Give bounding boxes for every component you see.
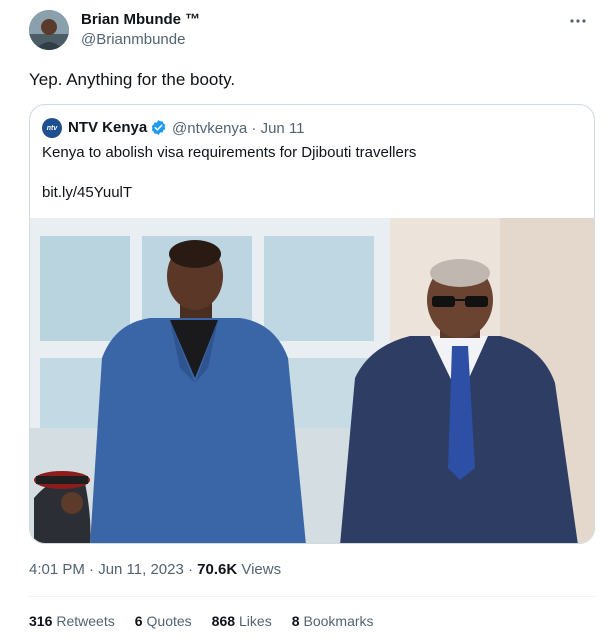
tweet-text: Yep. Anything for the booty. <box>29 70 236 89</box>
stat-label: Likes <box>239 613 272 629</box>
author-avatar[interactable] <box>29 10 69 50</box>
divider <box>29 596 595 597</box>
stat-count: 316 <box>29 613 53 629</box>
tweet: Brian Mbunde ™ @Brianmbunde Yep. Anythin… <box>0 0 611 637</box>
author-handle[interactable]: @Brianmbunde <box>81 31 185 48</box>
views-count: 70.6K <box>197 561 238 578</box>
stat-quotes[interactable]: 6 Quotes <box>135 613 192 629</box>
stat-count: 868 <box>211 613 236 629</box>
more-horizontal-icon <box>569 18 587 24</box>
stat-bookmarks[interactable]: 8 Bookmarks <box>292 613 374 629</box>
quoted-meta: @ntvkenya · Jun 11 <box>172 120 305 137</box>
author-name[interactable]: Brian Mbunde ™ <box>81 11 200 28</box>
stat-count: 6 <box>134 613 143 629</box>
quoted-author-name[interactable]: NTV Kenya <box>68 119 147 136</box>
stat-count: 8 <box>291 613 300 629</box>
stat-label: Quotes <box>146 613 192 629</box>
quoted-avatar[interactable]: ntv <box>42 118 62 138</box>
stat-label: Retweets <box>56 613 115 629</box>
quoted-photo[interactable] <box>30 218 594 543</box>
stat-likes[interactable]: 868 Likes <box>212 613 272 629</box>
stat-label: Bookmarks <box>303 613 374 629</box>
quoted-text: Kenya to abolish visa requirements for D… <box>42 144 417 161</box>
tweet-timestamp: 4:01 PM · Jun 11, 2023 · 70.6K Views <box>29 561 281 578</box>
views-label: Views <box>241 561 282 578</box>
tweet-stats: 316 Retweets 6 Quotes 868 Likes 8 Bookmarks <box>29 613 394 629</box>
verified-badge-icon <box>150 119 167 136</box>
quoted-link[interactable]: bit.ly/45YuulT <box>42 184 132 201</box>
timestamp-text[interactable]: 4:01 PM · Jun 11, 2023 · <box>29 561 197 578</box>
quoted-avatar-text: ntv <box>46 124 58 132</box>
more-options-button[interactable] <box>567 10 589 32</box>
stat-retweets[interactable]: 316 Retweets <box>29 613 115 629</box>
quoted-tweet[interactable]: ntv NTV Kenya @ntvkenya · Jun 11 Kenya t… <box>29 104 595 544</box>
